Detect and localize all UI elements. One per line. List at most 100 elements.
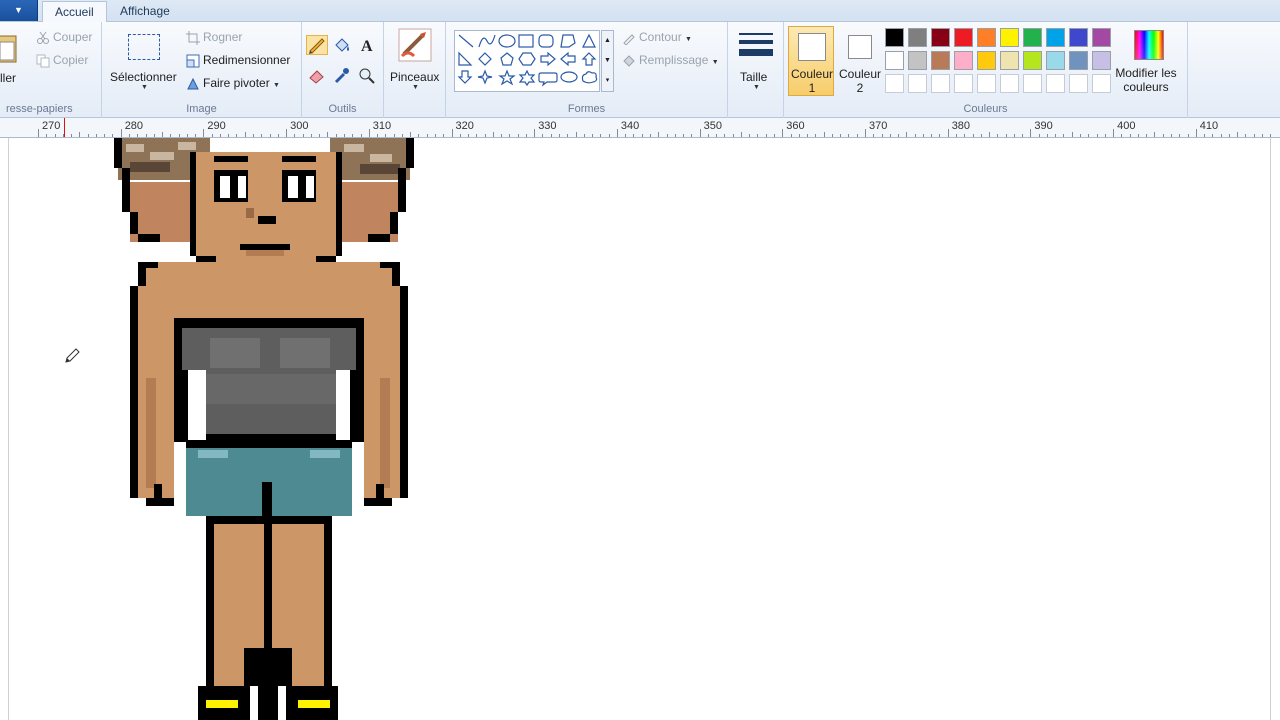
copy-label: Copier — [53, 53, 89, 67]
custom-color-swatch[interactable] — [1046, 74, 1065, 93]
magnifier-tool[interactable] — [356, 65, 378, 85]
ruler-tick — [914, 134, 916, 137]
palette-swatch[interactable] — [1069, 51, 1088, 70]
resize-button[interactable]: Redimensionner — [186, 53, 290, 68]
ruler-tick — [674, 134, 676, 137]
ruler-tick — [319, 134, 321, 137]
custom-color-swatch[interactable] — [885, 74, 904, 93]
palette-swatch[interactable] — [1092, 28, 1111, 47]
ruler-tick — [501, 134, 503, 137]
ruler-tick — [790, 134, 792, 137]
ruler-tick — [178, 134, 180, 137]
size-button[interactable]: Taille ▼ — [730, 26, 782, 96]
custom-color-swatch[interactable] — [908, 74, 927, 93]
drawing-canvas[interactable] — [0, 138, 1280, 720]
group-clipboard: ller Couper Copier resse-papiers — [0, 22, 102, 118]
palette-swatch[interactable] — [885, 51, 904, 70]
fill-tool[interactable] — [331, 35, 353, 55]
ruler-tick — [211, 134, 213, 137]
tab-view[interactable]: Affichage — [108, 1, 182, 22]
ruler-tick — [939, 134, 941, 137]
shapes-group-title: Formes — [567, 103, 606, 115]
palette-swatch[interactable] — [977, 28, 996, 47]
ruler-tick — [1013, 134, 1015, 137]
palette-swatch[interactable] — [1046, 51, 1065, 70]
ruler-tick — [145, 134, 147, 137]
palette-swatch[interactable] — [908, 28, 927, 47]
brushes-label: Pinceaux — [390, 70, 440, 84]
ruler-tick — [377, 134, 379, 137]
edit-colors-button[interactable]: Modifier les couleurs — [1114, 26, 1188, 96]
palette-swatch[interactable] — [931, 51, 950, 70]
group-size: Taille ▼ — [728, 22, 784, 118]
ruler-tick — [931, 134, 933, 137]
hexagon-shape-icon — [518, 52, 536, 66]
custom-color-swatch[interactable] — [1023, 74, 1042, 93]
text-tool[interactable]: A — [356, 35, 378, 55]
palette-swatch[interactable] — [1000, 28, 1019, 47]
palette-swatch[interactable] — [1092, 51, 1111, 70]
crop-button[interactable]: Rogner — [186, 30, 242, 45]
ruler-tick — [989, 132, 991, 137]
select-caret-icon: ▼ — [141, 84, 148, 91]
horizontal-ruler: 270 280 290 300 310 320 330 340 350 360 370 380 390 4… — [0, 118, 1280, 138]
paste-label: ller — [0, 71, 17, 85]
ruler-tick-label: 350 — [703, 120, 722, 132]
pencil-tool[interactable] — [306, 35, 328, 55]
outline-button[interactable]: Contour ▼ — [622, 30, 692, 45]
ruler-tick — [716, 134, 718, 137]
palette-swatch[interactable] — [1023, 51, 1042, 70]
cut-button[interactable]: Couper — [36, 30, 92, 45]
custom-color-swatch[interactable] — [1069, 74, 1088, 93]
select-button[interactable]: Sélectionner ▼ — [108, 26, 180, 96]
ruler-tick — [170, 134, 172, 137]
color1-button[interactable]: Couleur 1 — [788, 26, 834, 96]
ruler-tick — [1055, 134, 1057, 137]
brushes-caret-icon: ▼ — [412, 84, 419, 91]
copy-icon — [36, 54, 50, 68]
palette-swatch[interactable] — [1069, 28, 1088, 47]
custom-color-swatch[interactable] — [1092, 74, 1111, 93]
custom-color-swatch[interactable] — [977, 74, 996, 93]
color2-button[interactable]: Couleur 2 — [836, 26, 882, 96]
color-picker-tool[interactable] — [331, 65, 353, 85]
paint-menu-button[interactable]: ▼ — [0, 0, 38, 21]
ruler-tick — [385, 134, 387, 137]
eraser-tool[interactable] — [306, 65, 328, 85]
palette-swatch[interactable] — [954, 28, 973, 47]
palette-swatch[interactable] — [931, 28, 950, 47]
ruler-tick — [459, 134, 461, 137]
ruler-tick — [633, 134, 635, 137]
ruler-tick — [1022, 134, 1024, 137]
palette-swatch[interactable] — [1000, 51, 1019, 70]
ruler-tick — [1154, 132, 1156, 137]
eraser-icon — [309, 70, 324, 84]
tab-home[interactable]: Accueil — [42, 1, 107, 22]
brushes-button[interactable]: Pinceaux ▼ — [386, 26, 444, 96]
ruler-tick — [898, 134, 900, 137]
palette-swatch[interactable] — [908, 51, 927, 70]
color-palette — [885, 28, 1115, 98]
ruler-tick — [1113, 129, 1115, 137]
ruler-tick — [1030, 129, 1032, 137]
palette-swatch[interactable] — [885, 28, 904, 47]
ruler-tick — [87, 134, 89, 137]
rotate-button[interactable]: Faire pivoter ▼ — [186, 76, 280, 91]
custom-color-swatch[interactable] — [954, 74, 973, 93]
arrow-left-shape-icon — [560, 51, 576, 67]
ruler-tick — [881, 134, 883, 137]
ruler-tick-label: 290 — [207, 120, 226, 132]
ruler-tick — [244, 132, 246, 137]
ruler-tick — [401, 134, 403, 137]
shapes-scroll[interactable]: ▲ ▼ ▾ — [601, 30, 614, 92]
custom-color-swatch[interactable] — [931, 74, 950, 93]
copy-button[interactable]: Copier — [36, 53, 88, 68]
custom-color-swatch[interactable] — [1000, 74, 1019, 93]
palette-swatch[interactable] — [977, 51, 996, 70]
fill-button[interactable]: Remplissage ▼ — [622, 53, 719, 68]
paste-button[interactable]: ller — [0, 26, 28, 96]
palette-swatch[interactable] — [954, 51, 973, 70]
palette-swatch[interactable] — [1046, 28, 1065, 47]
palette-swatch[interactable] — [1023, 28, 1042, 47]
ruler-tick — [253, 134, 255, 137]
